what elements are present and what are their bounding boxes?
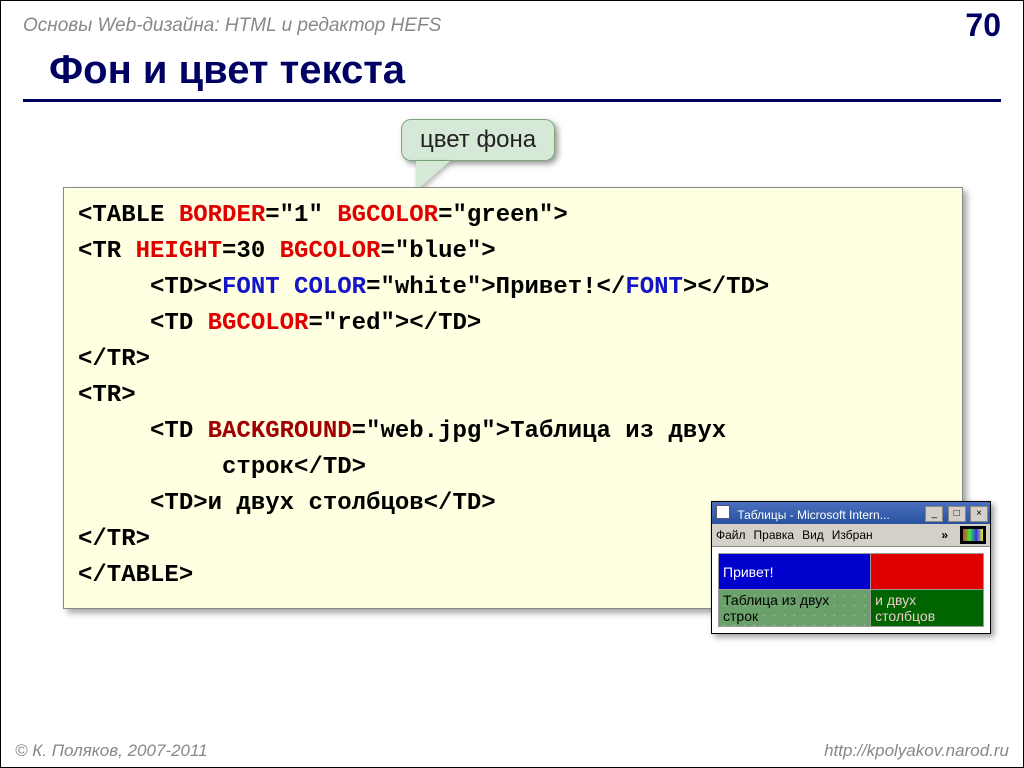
ie-icon	[716, 505, 730, 519]
page-number: 70	[965, 7, 1001, 44]
cell-background: Таблица из двух строк	[719, 590, 871, 627]
slide-footer: © К. Поляков, 2007-2011 http://kpolyakov…	[1, 741, 1023, 761]
window-titlebar: Таблицы - Microsoft Intern... _ □ ×	[712, 502, 990, 524]
browser-menubar: Файл Правка Вид Избран »	[712, 524, 990, 547]
menu-fav[interactable]: Избран	[832, 528, 873, 542]
cell-red	[871, 554, 984, 590]
window-title-wrap: Таблицы - Microsoft Intern...	[716, 505, 890, 522]
window-title: Таблицы - Microsoft Intern...	[737, 508, 889, 522]
callout-bgcolor: цвет фона	[401, 119, 555, 161]
window-buttons: _ □ ×	[924, 505, 988, 522]
slide-header: Основы Web-дизайна: HTML и редактор HEFS…	[1, 1, 1023, 48]
slide-title: Фон и цвет текста	[1, 48, 1023, 99]
rendered-table: Привет! Таблица из двух строк и двух сто…	[718, 553, 984, 627]
browser-window: Таблицы - Microsoft Intern... _ □ × Файл…	[711, 501, 991, 634]
browser-viewport: Привет! Таблица из двух строк и двух сто…	[712, 547, 990, 633]
close-button[interactable]: ×	[970, 506, 988, 522]
minimize-button[interactable]: _	[925, 506, 943, 522]
table-row: Таблица из двух строк и двух столбцов	[719, 590, 984, 627]
menu-file[interactable]: Файл	[716, 528, 746, 542]
title-rule	[23, 99, 1001, 102]
maximize-button[interactable]: □	[948, 506, 966, 522]
ie-throbber-icon	[960, 526, 986, 544]
copyright: © К. Поляков, 2007-2011	[15, 741, 208, 761]
slide: Основы Web-дизайна: HTML и редактор HEFS…	[0, 0, 1024, 768]
cell-green: и двух столбцов	[871, 590, 984, 627]
menu-more-icon[interactable]: »	[941, 528, 948, 542]
menu-view[interactable]: Вид	[802, 528, 824, 542]
cell-blue: Привет!	[719, 554, 871, 590]
course-subject: Основы Web-дизайна: HTML и редактор HEFS	[23, 15, 441, 37]
footer-url: http://kpolyakov.narod.ru	[824, 741, 1009, 761]
table-row: Привет!	[719, 554, 984, 590]
menu-edit[interactable]: Правка	[754, 528, 795, 542]
